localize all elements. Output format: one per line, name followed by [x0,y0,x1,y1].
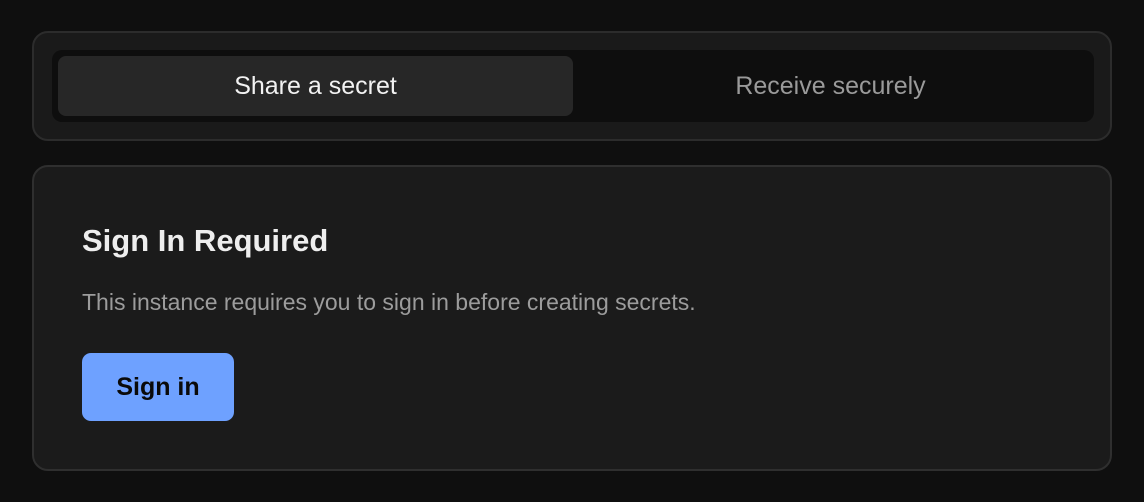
card-description: This instance requires you to sign in be… [82,289,696,315]
sign-in-button[interactable]: Sign in [82,353,234,421]
tab-receive-securely[interactable]: Receive securely [573,56,1088,116]
card-title: Sign In Required [82,223,329,258]
sign-in-required-card: Sign In Required This instance requires … [32,165,1112,471]
tab-share-secret[interactable]: Share a secret [58,56,573,116]
mode-tabs: Share a secret Receive securely [52,50,1094,122]
mode-tabs-card: Share a secret Receive securely [32,31,1112,141]
